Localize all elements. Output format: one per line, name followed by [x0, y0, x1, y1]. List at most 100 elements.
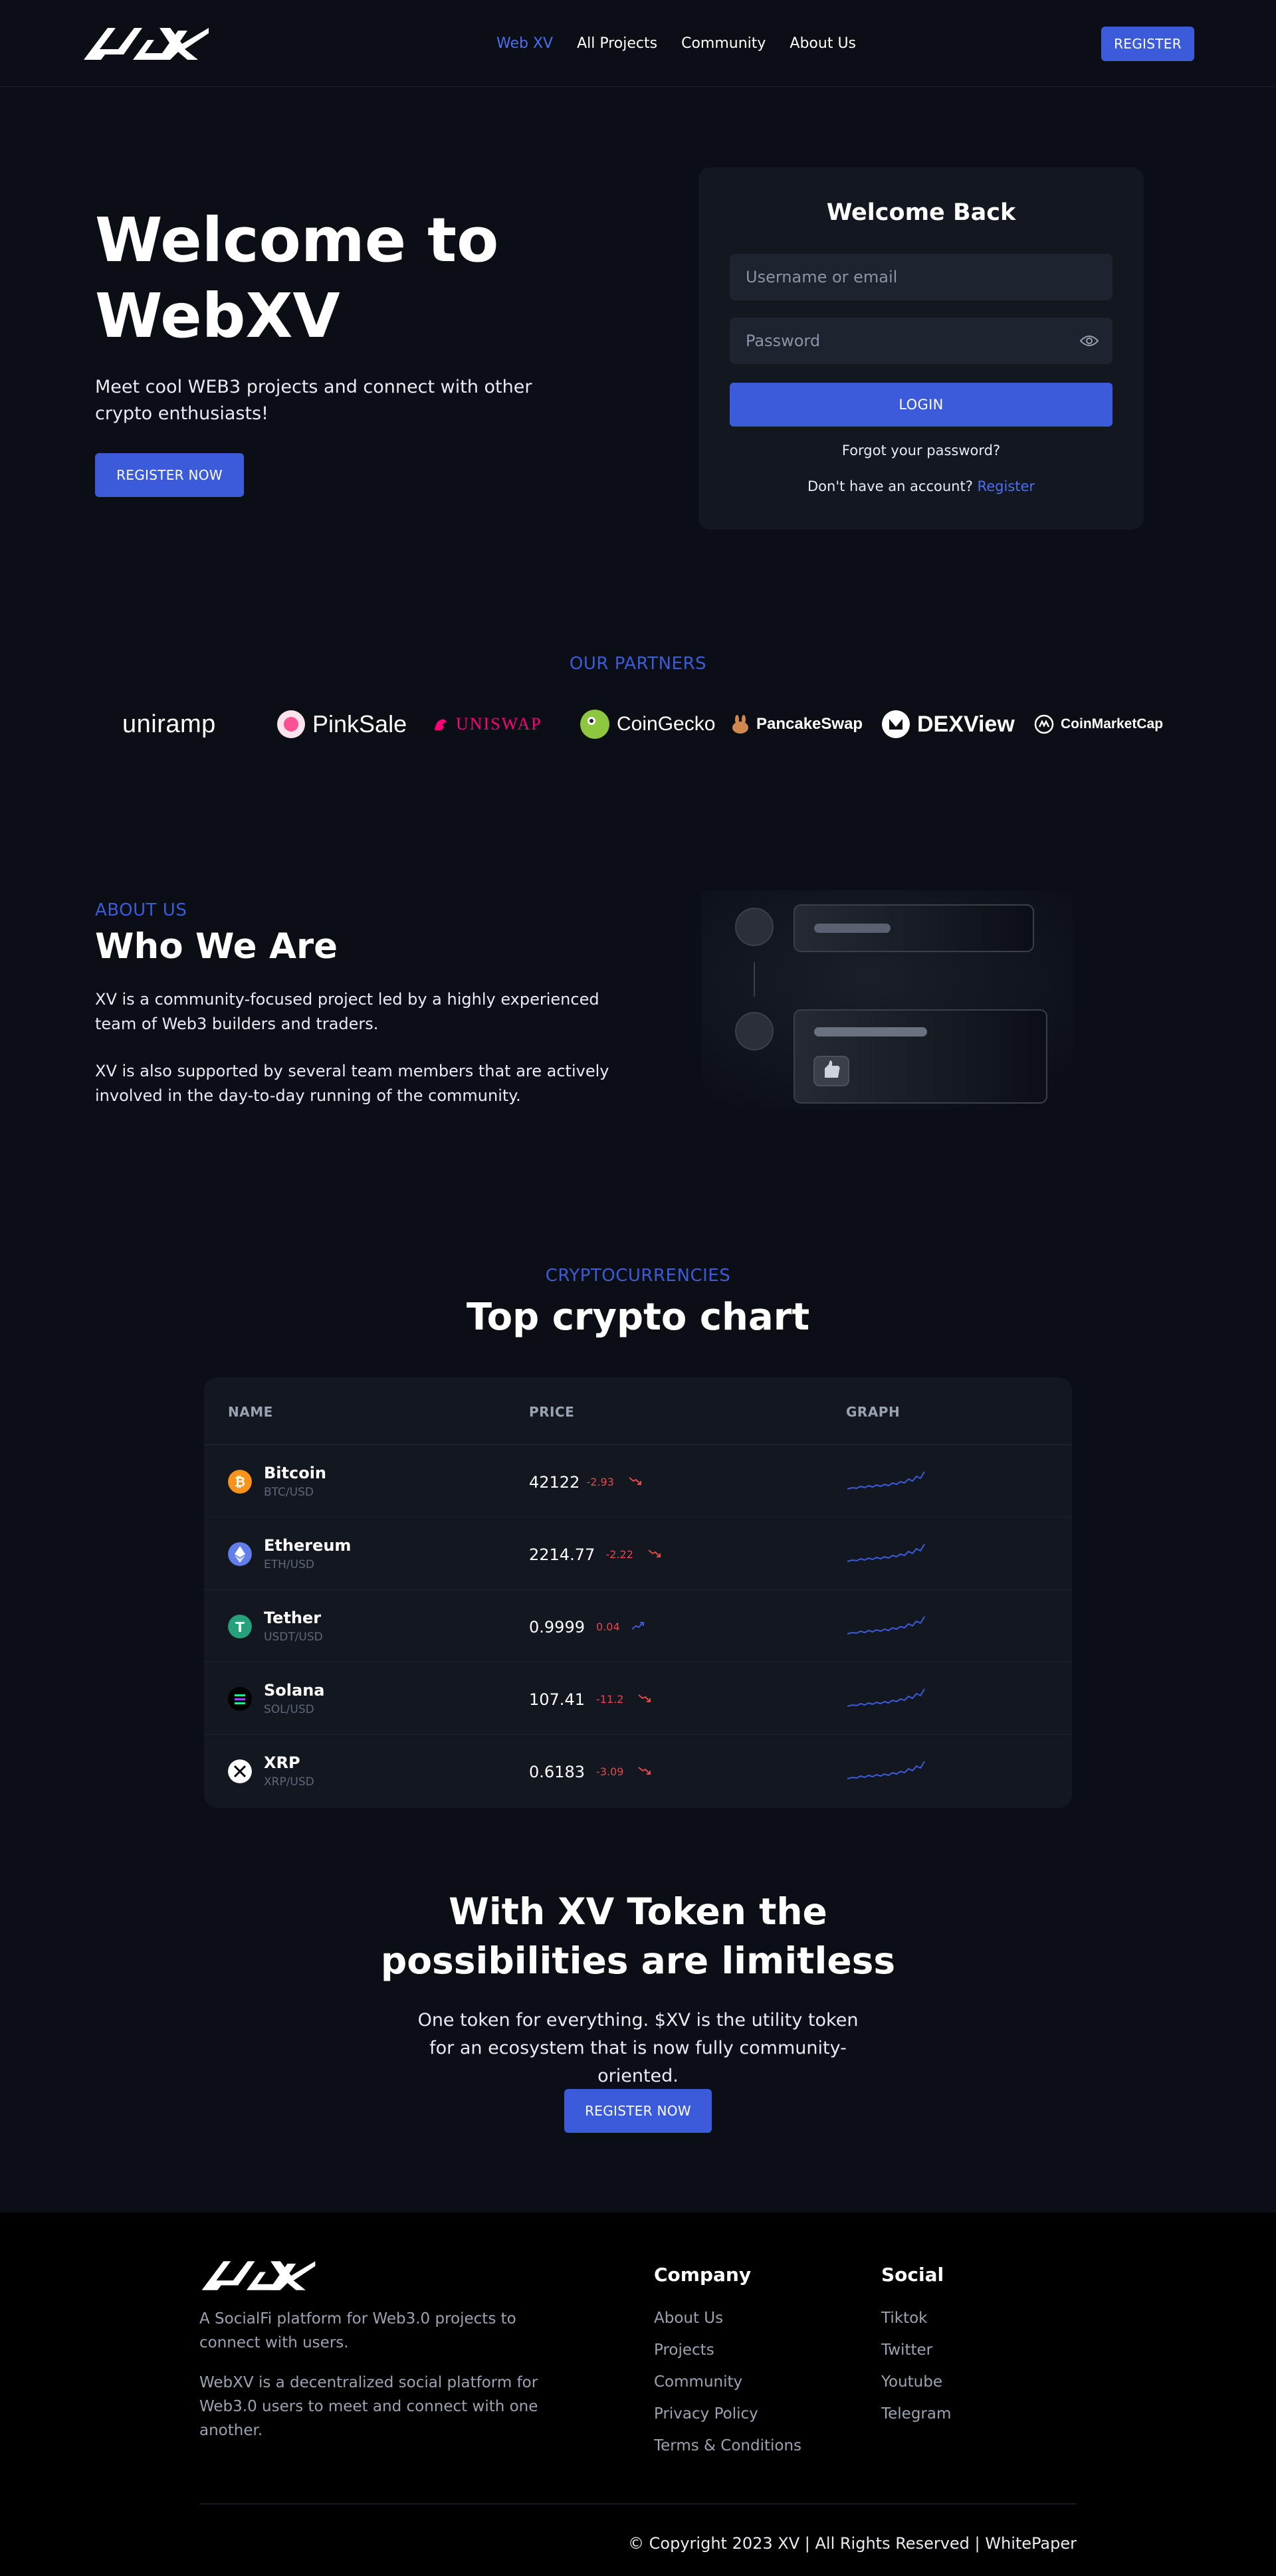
coingecko-logo-icon [580, 710, 609, 739]
nav-web-xv[interactable]: Web XV [496, 35, 553, 53]
token-title-line-1: With XV Token the [449, 1890, 827, 1933]
partner-coingecko[interactable]: CoinGecko [580, 704, 715, 744]
username-email-input[interactable] [730, 254, 1113, 300]
footer-company-links: About Us Projects Community Privacy Poli… [654, 2302, 801, 2462]
password-input[interactable] [730, 318, 1113, 364]
no-account-text: Don't have an account? [807, 478, 973, 494]
ethereum-icon [228, 1542, 252, 1566]
table-row[interactable]: Solana SOL/USD 107.41 -11.2 [204, 1662, 1072, 1735]
main-nav: Web XV All Projects Community About Us [496, 35, 856, 53]
token-register-now-button[interactable]: REGISTER NOW [564, 2089, 712, 2133]
webxv-logo[interactable] [81, 25, 211, 62]
uniramp-wordmark: uniramp [122, 710, 216, 738]
show-password-eye-icon[interactable] [1079, 334, 1099, 347]
price-sparkline [847, 1471, 925, 1490]
dexview-logo-icon [882, 710, 910, 738]
crypto-eyebrow: CRYPTOCURRENCIES [545, 1266, 731, 1286]
coingecko-wordmark: CoinGecko [617, 713, 716, 735]
coin-pair: XRP/USD [264, 1775, 314, 1789]
footer-link-terms[interactable]: Terms & Conditions [654, 2430, 801, 2462]
footer-link-youtube[interactable]: Youtube [881, 2366, 951, 2398]
footer-description-2: WebXV is a decentralized social platform… [199, 2374, 538, 2439]
footer-link-privacy-policy[interactable]: Privacy Policy [654, 2398, 801, 2430]
xrp-icon [228, 1759, 252, 1783]
about-paragraph-1: XV is a community-focused project led by… [95, 990, 599, 1033]
partner-dexview[interactable]: DEXView [881, 704, 1015, 744]
login-title: Welcome Back [826, 199, 1016, 226]
footer-social-heading: Social [881, 2264, 944, 2286]
coin-change: -2.93 [586, 1476, 614, 1488]
price-sparkline [847, 1761, 925, 1779]
column-header-name: NAME [228, 1404, 273, 1420]
hero-register-now-button[interactable]: REGISTER NOW [95, 453, 244, 497]
partner-pinksale[interactable]: PinkSale [276, 704, 407, 744]
trend-down-icon [628, 1477, 641, 1485]
token-title-line-2: possibilities are limitless [380, 1939, 896, 1982]
footer-link-telegram[interactable]: Telegram [881, 2398, 951, 2430]
pancakeswap-bunny-icon [732, 715, 748, 734]
partner-uniswap[interactable]: UNISWAP [432, 704, 542, 744]
crypto-table-header: NAME PRICE GRAPH [204, 1377, 1072, 1445]
table-row[interactable]: T Tether USDT/USD 0.9999 0.04 [204, 1590, 1072, 1662]
coin-pair: USDT/USD [264, 1631, 323, 1644]
table-row[interactable]: XRP XRP/USD 0.6183 -3.09 [204, 1735, 1072, 1807]
coin-price: 0.9999 [529, 1618, 585, 1636]
partner-pancakeswap[interactable]: PancakeSwap [731, 704, 863, 744]
hero-title: Welcome to WebXV [95, 203, 498, 354]
top-navbar: Web XV All Projects Community About Us R… [0, 0, 1276, 87]
column-header-price: PRICE [529, 1404, 575, 1420]
community-chat-illustration [701, 890, 1073, 1110]
forgot-password-link[interactable]: Forgot your password? [698, 443, 1144, 458]
trend-up-icon [631, 1622, 644, 1630]
coin-pair: ETH/USD [264, 1558, 314, 1571]
nav-register-button[interactable]: REGISTER [1101, 27, 1194, 61]
nav-all-projects[interactable]: All Projects [577, 35, 657, 53]
table-row[interactable]: Ethereum ETH/USD 2214.77 -2.22 [204, 1518, 1072, 1590]
footer-link-projects[interactable]: Projects [654, 2334, 801, 2366]
footer-link-community[interactable]: Community [654, 2366, 801, 2398]
uniswap-unicorn-icon [435, 719, 447, 730]
coin-price: 0.6183 [529, 1763, 585, 1781]
trend-down-icon [638, 1694, 651, 1702]
coin-change: 0.04 [596, 1621, 620, 1633]
coin-name: Ethereum [264, 1536, 352, 1555]
crypto-table: NAME PRICE GRAPH ₿ Bitcoin BTC/USD 42122 -2.… [204, 1377, 1072, 1808]
column-header-graph: GRAPH [846, 1404, 901, 1420]
footer-link-about-us[interactable]: About Us [654, 2302, 801, 2334]
no-account-prompt: Don't have an account? Register [698, 478, 1144, 494]
price-sparkline [847, 1543, 925, 1562]
nav-about-us[interactable]: About Us [790, 35, 856, 53]
footer: A SocialFi platform for Web3.0 projects … [0, 2213, 1276, 2576]
footer-webxv-logo[interactable] [199, 2258, 318, 2294]
coin-name: Tether [264, 1609, 322, 1627]
partner-uniramp[interactable]: uniramp [122, 704, 216, 744]
coin-change: -2.22 [605, 1548, 633, 1561]
partners-logo-row: uniramp PinkSale UNISWAP CoinGecko Panca… [120, 704, 1163, 744]
footer-link-twitter[interactable]: Twitter [881, 2334, 951, 2366]
login-card: Welcome Back LOGIN Forgot your password?… [698, 167, 1144, 530]
hero-title-line-2: WebXV [95, 280, 340, 351]
about-eyebrow: ABOUT US [95, 900, 187, 920]
solana-icon [228, 1687, 252, 1711]
nav-community[interactable]: Community [681, 35, 766, 53]
trend-down-icon [647, 1549, 661, 1557]
coin-pair: BTC/USD [264, 1486, 314, 1499]
token-title: With XV Token the possibilities are limi… [0, 1887, 1276, 1985]
hero-title-line-1: Welcome to [95, 205, 499, 276]
coin-price: 42122 [529, 1473, 580, 1492]
login-register-link[interactable]: Register [978, 478, 1035, 494]
partners-label: OUR PARTNERS [569, 654, 707, 674]
footer-link-tiktok[interactable]: Tiktok [881, 2302, 951, 2334]
coinmarketcap-wordmark: CoinMarketCap [1061, 716, 1164, 732]
svg-text:₿: ₿ [235, 1474, 245, 1490]
coin-name: Solana [264, 1681, 325, 1700]
pinksale-logo-icon [277, 710, 305, 738]
svg-text:T: T [235, 1619, 245, 1635]
coin-name: Bitcoin [264, 1464, 327, 1482]
table-row[interactable]: ₿ Bitcoin BTC/USD 42122 -2.93 [204, 1445, 1072, 1518]
partner-coinmarketcap[interactable]: CoinMarketCap [1034, 704, 1163, 744]
login-button[interactable]: LOGIN [730, 383, 1113, 427]
coin-price: 107.41 [529, 1690, 585, 1709]
uniswap-wordmark: UNISWAP [456, 714, 542, 734]
coin-name: XRP [264, 1753, 300, 1772]
